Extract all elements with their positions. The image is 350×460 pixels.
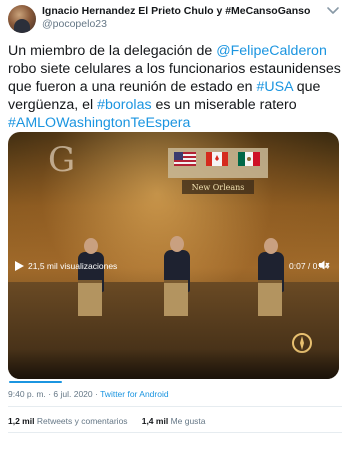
likes-count: 1,4 mil xyxy=(141,416,169,426)
video-player[interactable]: G New Orleans xyxy=(8,132,339,379)
author-display-name[interactable]: Ignacio Hernandez El Prieto Chulo y #MeC… xyxy=(42,5,310,17)
tweet-text-segment: es un miserable ratero xyxy=(151,97,297,113)
tweet-date[interactable]: 6 jul. 2020 xyxy=(53,389,92,399)
tweet-meta: 9:40 p. m. · 6 jul. 2020 · Twitter for A… xyxy=(8,389,169,399)
tweet-text-segment: Un miembro de la delegación de xyxy=(8,43,217,59)
podium-center xyxy=(164,280,188,316)
tweet-link[interactable]: #USA xyxy=(256,79,292,95)
video-progress-fill xyxy=(9,381,62,383)
author-handle[interactable]: @pocopelo23 xyxy=(42,18,107,30)
tweet-header: Ignacio Hernandez El Prieto Chulo y #MeC… xyxy=(0,0,350,36)
likes-label: Me gusta xyxy=(170,416,206,426)
speaker-left-head xyxy=(84,238,98,254)
speaker-center-head xyxy=(170,236,184,252)
play-icon[interactable] xyxy=(14,261,24,271)
retweets-label: Retweets y comentarios xyxy=(36,416,128,426)
divider xyxy=(8,432,342,433)
banner-text: New Orleans xyxy=(192,183,245,192)
tweet-link[interactable]: #borolas xyxy=(97,97,151,113)
video-controls-overlay xyxy=(8,349,339,379)
podium-right xyxy=(258,280,282,316)
retweets-count: 1,2 mil xyxy=(8,416,35,426)
tweet-stats: 1,2 mil Retweets y comentarios 1,4 mil M… xyxy=(8,416,206,426)
likes-stat[interactable]: 1,4 mil Me gusta xyxy=(142,416,206,426)
tweet-source-link[interactable]: Twitter for Android xyxy=(100,389,169,399)
divider xyxy=(8,406,342,407)
tweet-link[interactable]: @FelipeCalderon xyxy=(216,43,327,59)
meta-separator: · xyxy=(95,389,98,399)
avatar[interactable] xyxy=(8,5,36,33)
meta-separator: · xyxy=(48,389,52,399)
flags-banner: New Orleans xyxy=(168,148,268,194)
tweet-link[interactable]: #AMLOWashingtonTeEspera xyxy=(8,115,190,131)
speaker-right-head xyxy=(264,238,278,254)
video-views: 21,5 mil visualizaciones xyxy=(28,261,118,271)
chevron-down-icon[interactable] xyxy=(326,6,340,16)
podium-left xyxy=(78,280,102,316)
mute-icon[interactable] xyxy=(318,259,330,271)
video-progress-bar[interactable] xyxy=(9,381,339,383)
tweet-text: Un miembro de la delegación de @FelipeCa… xyxy=(8,42,346,132)
tweet-time[interactable]: 9:40 p. m. xyxy=(8,389,46,399)
retweets-stat[interactable]: 1,2 mil Retweets y comentarios xyxy=(8,416,128,426)
video-wall-logo: G xyxy=(48,140,76,180)
